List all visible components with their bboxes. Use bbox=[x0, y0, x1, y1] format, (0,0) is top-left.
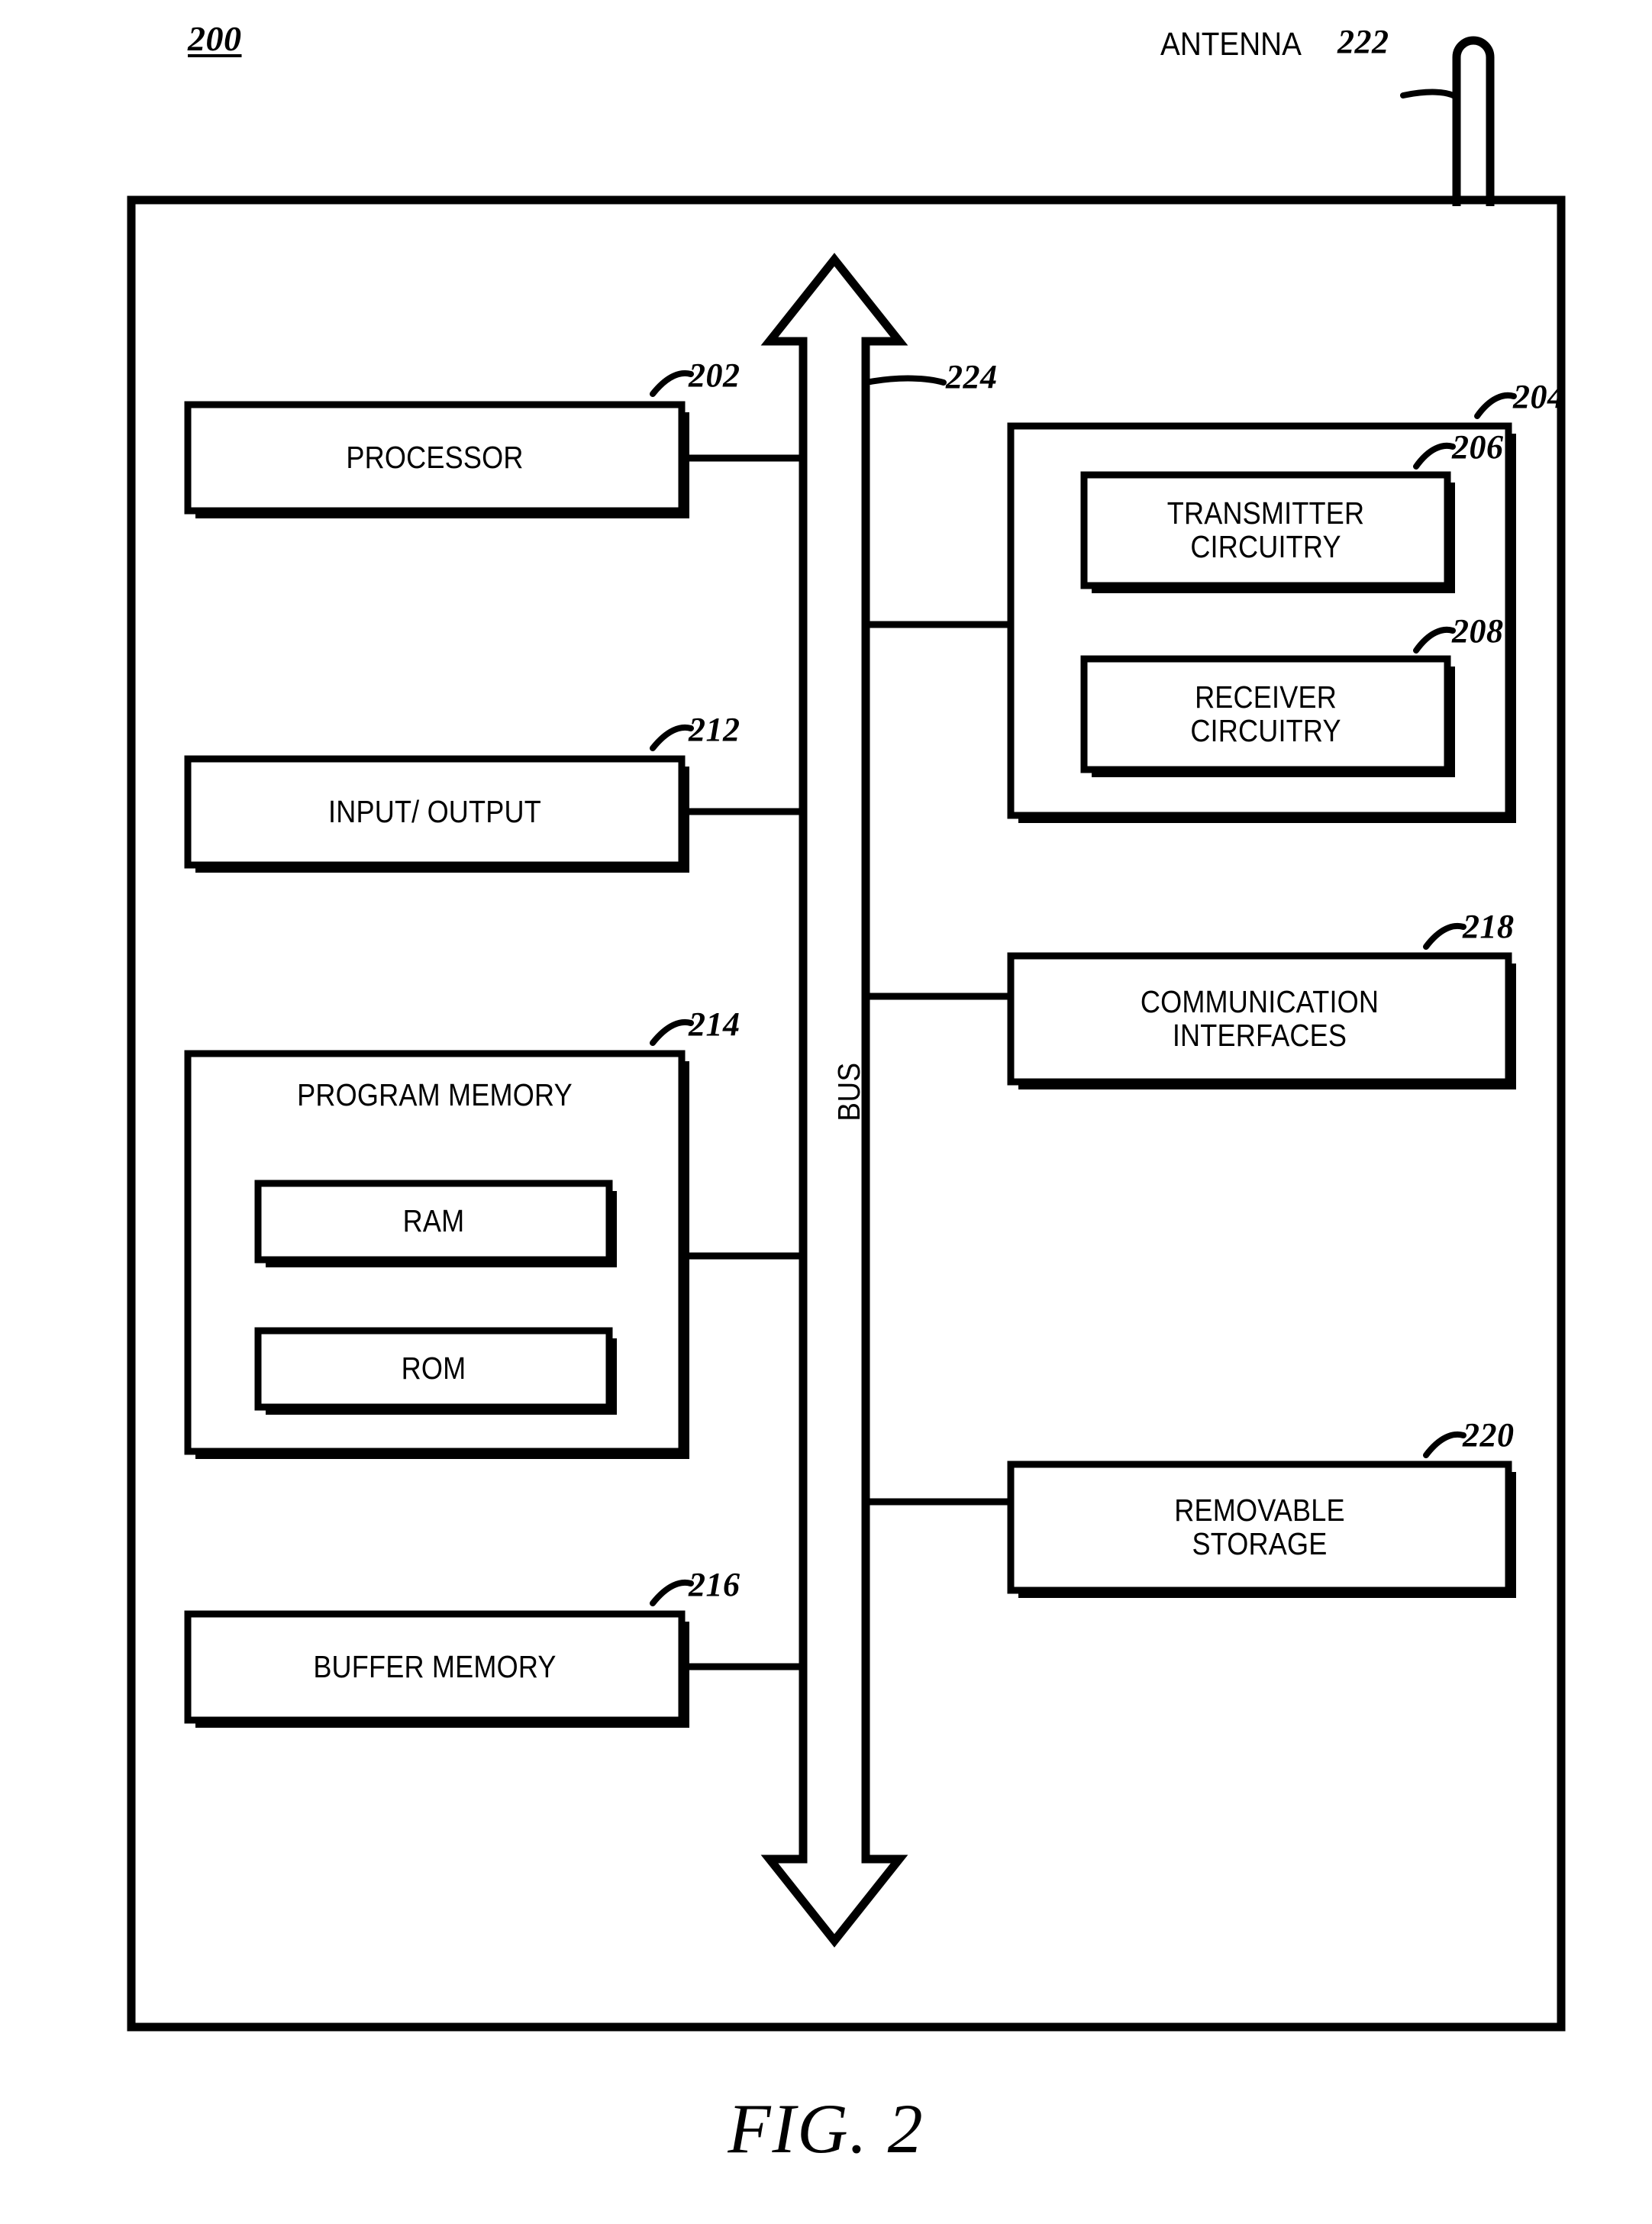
removable-storage-ref-leader-line bbox=[1423, 1431, 1466, 1458]
input-output-ref-leader-line bbox=[650, 724, 694, 751]
antenna-leader-line bbox=[1400, 89, 1458, 99]
removable-storage-line-2: STORAGE bbox=[1192, 1525, 1328, 1561]
bus-ref-224: 224 bbox=[946, 358, 998, 395]
buffer-memory-label: BUFFER MEMORY bbox=[313, 1648, 557, 1684]
antenna-ref-222: 222 bbox=[1337, 23, 1389, 60]
input-output-label: INPUT/ OUTPUT bbox=[328, 793, 541, 829]
input-output-ref-212: 212 bbox=[689, 711, 740, 748]
antenna-rod bbox=[1452, 36, 1495, 206]
transmitter-line-2: CIRCUITRY bbox=[1190, 528, 1341, 564]
buffer-memory-ref-leader-line bbox=[650, 1579, 694, 1606]
comm-interfaces-ref-218: 218 bbox=[1463, 908, 1515, 945]
ram-label: RAM bbox=[402, 1203, 465, 1239]
figure-caption: FIG. 2 bbox=[728, 2090, 924, 2168]
comm-interfaces-ref-leader-line bbox=[1423, 922, 1466, 950]
radio-ref-leader-line bbox=[1474, 392, 1517, 419]
comm-interfaces-label: COMMUNICATION INTERFACES bbox=[1041, 956, 1479, 1082]
transmitter-circuitry-label: TRANSMITTER CIRCUITRY bbox=[1106, 475, 1426, 586]
program-memory-label: PROGRAM MEMORY bbox=[297, 1077, 573, 1112]
bus-ref-leader-line bbox=[867, 375, 947, 386]
radio-ref-204: 204 bbox=[1513, 378, 1565, 415]
processor-label: PROCESSOR bbox=[346, 439, 524, 475]
patent-figure: 200 ANTENNA 222 BUS 224 PROCESSOR 202 IN… bbox=[0, 0, 1652, 2224]
receiver-circuitry-label: RECEIVER CIRCUITRY bbox=[1106, 659, 1426, 770]
bus-label: BUS bbox=[831, 1062, 867, 1122]
program-memory-ref-leader-line bbox=[650, 1018, 694, 1046]
receiver-line-2: CIRCUITRY bbox=[1190, 712, 1341, 748]
comm-interfaces-line-1: COMMUNICATION bbox=[1140, 983, 1379, 1019]
processor-ref-leader-line bbox=[650, 370, 694, 397]
removable-storage-line-1: REMOVABLE bbox=[1174, 1492, 1345, 1528]
removable-storage-ref-220: 220 bbox=[1463, 1416, 1515, 1454]
figure-id-label: 200 bbox=[188, 19, 242, 58]
receiver-line-1: RECEIVER bbox=[1195, 679, 1337, 715]
removable-storage-label: REMOVABLE STORAGE bbox=[1041, 1464, 1479, 1590]
program-memory-ref-214: 214 bbox=[689, 1005, 740, 1043]
antenna-label: ANTENNA bbox=[1160, 26, 1302, 63]
buffer-memory-ref-216: 216 bbox=[689, 1566, 740, 1603]
transmitter-line-1: TRANSMITTER bbox=[1166, 495, 1365, 531]
comm-interfaces-line-2: INTERFACES bbox=[1172, 1017, 1347, 1053]
rom-label: ROM bbox=[401, 1351, 466, 1386]
receiver-ref-208: 208 bbox=[1452, 612, 1504, 650]
processor-ref-202: 202 bbox=[689, 357, 740, 394]
transmitter-ref-206: 206 bbox=[1452, 428, 1504, 466]
